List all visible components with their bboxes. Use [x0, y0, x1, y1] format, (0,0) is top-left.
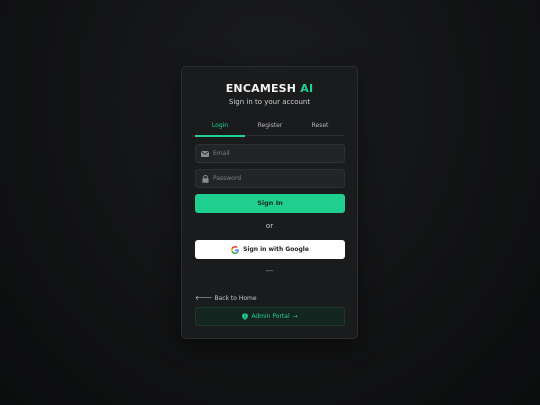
back-link-label: Back to Home	[214, 294, 257, 302]
admin-portal-button[interactable]: Admin Portal →	[195, 307, 345, 326]
tab-register[interactable]: Register	[245, 121, 295, 135]
auth-tabs: Login Register Reset	[195, 121, 345, 137]
login-card: ENCAMESH AI Sign in to your account Logi…	[181, 66, 358, 339]
password-field[interactable]	[195, 169, 345, 188]
arrow-left-icon: 🡐	[195, 294, 213, 302]
brand-accent: AI	[300, 82, 314, 95]
password-input[interactable]	[213, 170, 344, 187]
back-to-home-link[interactable]: 🡐 Back to Home	[195, 294, 257, 302]
google-icon	[231, 245, 239, 254]
email-input[interactable]	[213, 145, 344, 162]
tab-reset[interactable]: Reset	[295, 121, 345, 135]
google-button-label: Sign in with Google	[243, 246, 309, 253]
shield-icon	[242, 313, 249, 320]
or-divider: or	[265, 222, 274, 230]
tab-login[interactable]: Login	[195, 121, 245, 137]
arrow-right-icon: →	[292, 313, 298, 320]
sign-in-button[interactable]: Sign In	[195, 194, 345, 213]
google-sign-in-button[interactable]: Sign in with Google	[195, 240, 345, 259]
email-field[interactable]	[195, 144, 345, 163]
brand-title: ENCAMESH AI	[182, 82, 357, 95]
page-subtitle: Sign in to your account	[228, 98, 311, 106]
brand-name: ENCAMESH	[225, 82, 297, 95]
lock-icon	[201, 174, 209, 183]
envelope-icon	[201, 150, 209, 157]
admin-portal-label: Admin Portal	[251, 313, 290, 320]
separator-dash: —	[265, 266, 274, 275]
